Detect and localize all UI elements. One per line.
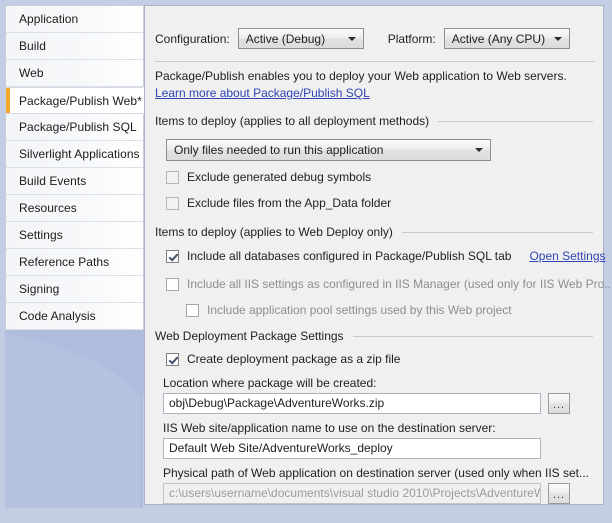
package-publish-web-panel: Configuration: Active (Debug) Platform: … xyxy=(144,5,612,505)
sidebar-item-label: Package/Publish Web* xyxy=(19,94,142,108)
include-databases-label: Include all databases configured in Pack… xyxy=(187,249,512,263)
sidebar-item-label: Application xyxy=(19,12,79,26)
sidebar-item-label: Silverlight Applications xyxy=(19,147,140,161)
configuration-label: Configuration: xyxy=(155,31,230,46)
platform-label: Platform: xyxy=(387,31,436,46)
sidebar-item-web[interactable]: Web xyxy=(6,60,143,87)
sidebar-item-signing[interactable]: Signing xyxy=(6,276,143,303)
section-label: Items to deploy (applies to Web Deploy o… xyxy=(155,225,393,239)
include-iis-settings-label: Include all IIS settings as configured i… xyxy=(187,277,612,291)
sidebar-item-label: Web xyxy=(19,66,44,80)
section-rule xyxy=(352,335,593,337)
sidebar-item-label: Reference Paths xyxy=(19,255,110,269)
section-header-web-deploy: Items to deploy (applies to Web Deploy o… xyxy=(155,225,593,239)
section-header-all-methods: Items to deploy (applies to all deployme… xyxy=(155,114,593,128)
include-databases-row[interactable]: Include all databases configured in Pack… xyxy=(166,249,606,263)
exclude-app-data-label: Exclude files from the App_Data folder xyxy=(187,196,392,210)
sidebar-item-label: Resources xyxy=(19,201,77,215)
physical-path-field-group: c:\users\username\documents\visual studi… xyxy=(163,483,570,504)
iis-name-input[interactable]: Default Web Site/AdventureWorks_deploy xyxy=(163,438,541,459)
sidebar-item-label: Signing xyxy=(19,282,60,296)
exclude-debug-symbols-label: Exclude generated debug symbols xyxy=(187,170,372,184)
sidebar-item-build[interactable]: Build xyxy=(6,33,143,60)
properties-sidebar: Application Build Web Package/Publish We… xyxy=(5,5,144,330)
sidebar-item-label: Code Analysis xyxy=(19,309,96,323)
checkbox-unchecked-icon xyxy=(166,277,179,291)
chevron-down-icon xyxy=(347,36,356,41)
open-settings-link[interactable]: Open Settings xyxy=(529,249,605,263)
panel-description: Package/Publish enables you to deploy yo… xyxy=(155,69,567,83)
physical-path-label: Physical path of Web application on dest… xyxy=(163,466,590,480)
platform-value: Active (Any CPU) xyxy=(451,31,546,46)
section-header-package-settings: Web Deployment Package Settings xyxy=(155,329,593,343)
configuration-value: Active (Debug) xyxy=(245,31,326,46)
sidebar-item-application[interactable]: Application xyxy=(6,6,143,33)
sidebar-item-label: Build Events xyxy=(19,174,87,188)
sidebar-item-label: Build xyxy=(19,39,46,53)
iis-name-field-group: Default Web Site/AdventureWorks_deploy xyxy=(163,438,541,459)
sidebar-item-label: Settings xyxy=(19,228,63,242)
chevron-down-icon xyxy=(475,148,483,152)
platform-dropdown[interactable]: Active (Any CPU) xyxy=(443,28,570,49)
include-iis-settings-row: Include all IIS settings as configured i… xyxy=(166,277,612,291)
sidebar-item-silverlight-applications[interactable]: Silverlight Applications xyxy=(6,141,143,168)
sidebar-item-code-analysis[interactable]: Code Analysis xyxy=(6,303,143,330)
exclude-app-data-row[interactable]: Exclude files from the App_Data folder xyxy=(166,196,391,210)
learn-more-link[interactable]: Learn more about Package/Publish SQL xyxy=(155,86,370,100)
create-zip-label: Create deployment package as a zip file xyxy=(187,352,401,366)
exclude-debug-symbols-row[interactable]: Exclude generated debug symbols xyxy=(166,170,371,184)
sidebar-item-label: Package/Publish SQL xyxy=(19,120,137,134)
physical-path-browse-button[interactable]: ... xyxy=(548,483,570,504)
location-input[interactable]: obj\Debug\Package\AdventureWorks.zip xyxy=(163,393,541,414)
checkbox-unchecked-icon xyxy=(186,303,199,317)
sidebar-list: Application Build Web Package/Publish We… xyxy=(6,6,144,330)
sidebar-item-reference-paths[interactable]: Reference Paths xyxy=(6,249,143,276)
location-label: Location where package will be created: xyxy=(163,376,377,390)
sidebar-item-build-events[interactable]: Build Events xyxy=(6,168,143,195)
sidebar-item-resources[interactable]: Resources xyxy=(6,195,143,222)
section-rule xyxy=(401,231,593,233)
deploy-items-dropdown[interactable]: Only files needed to run this applicatio… xyxy=(166,139,491,161)
sidebar-item-package-publish-sql[interactable]: Package/Publish SQL xyxy=(6,114,143,141)
sidebar-item-package-publish-web[interactable]: Package/Publish Web* xyxy=(6,87,144,114)
panel-content: Configuration: Active (Debug) Platform: … xyxy=(145,6,612,504)
checkbox-unchecked-icon[interactable] xyxy=(166,196,179,210)
physical-path-input: c:\users\username\documents\visual studi… xyxy=(163,483,541,504)
iis-name-label: IIS Web site/application name to use on … xyxy=(163,421,496,435)
section-label: Web Deployment Package Settings xyxy=(155,329,344,343)
create-zip-row[interactable]: Create deployment package as a zip file xyxy=(166,352,400,366)
checkbox-unchecked-icon[interactable] xyxy=(166,170,179,184)
section-rule xyxy=(438,120,593,122)
divider xyxy=(155,61,595,62)
include-app-pool-label: Include application pool settings used b… xyxy=(207,303,512,317)
chevron-down-icon xyxy=(553,36,562,41)
properties-window: Application Build Web Package/Publish We… xyxy=(0,0,612,523)
section-label: Items to deploy (applies to all deployme… xyxy=(155,114,430,128)
checkbox-checked-icon[interactable] xyxy=(166,249,179,263)
sidebar-item-settings[interactable]: Settings xyxy=(6,222,143,249)
include-app-pool-row: Include application pool settings used b… xyxy=(186,303,512,317)
deploy-items-value: Only files needed to run this applicatio… xyxy=(174,143,384,157)
configuration-dropdown[interactable]: Active (Debug) xyxy=(237,28,364,49)
location-field-group: obj\Debug\Package\AdventureWorks.zip ... xyxy=(163,393,570,414)
configuration-row: Configuration: Active (Debug) Platform: … xyxy=(155,28,570,49)
location-browse-button[interactable]: ... xyxy=(548,393,570,414)
checkbox-checked-icon[interactable] xyxy=(166,352,179,366)
